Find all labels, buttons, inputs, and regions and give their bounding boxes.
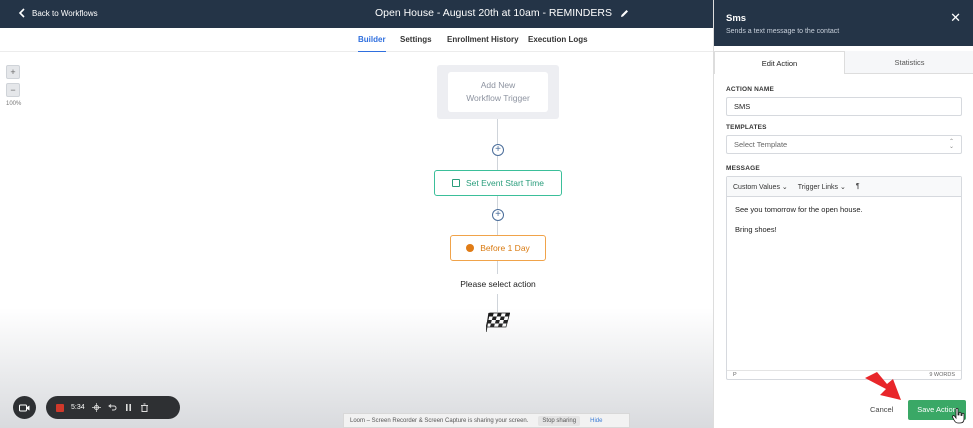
chevron-down-icon: ⌄ [839,183,846,191]
trigger-line-2: Workflow Trigger [466,93,530,103]
editor-status-bar: P 9 WORDS [727,370,961,379]
word-count: 9 WORDS [929,372,955,378]
pencil-icon[interactable] [620,9,629,18]
tab-statistics[interactable]: Statistics [845,51,973,74]
pause-icon[interactable] [124,403,133,412]
before-1-day-node[interactable]: Before 1 Day [450,235,546,261]
share-message: Loom – Screen Recorder & Screen Capture … [350,417,529,424]
template-select[interactable]: Select Template ⌃ ⌄ [726,135,962,154]
recording-toolbar: 5:34 [46,396,180,419]
select-action-node[interactable]: Please select action [452,274,544,294]
zoom-in-button[interactable]: + [6,65,20,79]
message-body[interactable]: See you tomorrow for the open house. Bri… [727,197,961,253]
grid-icon[interactable] [91,403,101,412]
hide-notice-button[interactable]: Hide [590,418,602,424]
tab-execution-logs[interactable]: Execution Logs [528,35,588,44]
custom-values-label: Custom Values [733,183,780,191]
chevron-left-icon [18,8,25,18]
message-editor[interactable]: Custom Values ⌄ Trigger Links ⌄ ¶ See yo… [726,176,962,380]
screen-share-notice: Loom – Screen Recorder & Screen Capture … [343,413,630,428]
zoom-out-button[interactable]: − [6,83,20,97]
top-header: Back to Workflows Open House - August 20… [0,0,713,28]
zoom-level: 100% [6,101,22,107]
select-arrows-icon: ⌃ ⌄ [948,139,954,150]
panel-tabs: Edit Action Statistics [714,51,973,74]
calendar-icon [452,179,461,187]
red-arrow-annotation [865,372,901,400]
template-select-placeholder: Select Template [734,140,788,149]
tab-builder[interactable]: Builder [358,35,386,53]
editor-toolbar: Custom Values ⌄ Trigger Links ⌄ ¶ [727,177,961,197]
connector-line [497,156,498,170]
add-step-button[interactable]: + [492,144,504,156]
action-panel: Sms Sends a text message to the contact … [713,0,973,428]
cancel-button[interactable]: Cancel [870,405,893,414]
panel-subtitle: Sends a text message to the contact [726,28,840,35]
message-line: See you tomorrow for the open house. [735,205,863,214]
connector-line [497,261,498,274]
clock-icon [466,244,475,252]
connector-line [497,196,498,210]
trigger-links-label: Trigger Links [797,183,838,191]
connector-line [497,221,498,235]
workflow-canvas[interactable]: + − 100% Add New Workflow Trigger + Set … [0,52,713,428]
tab-settings[interactable]: Settings [400,35,432,44]
trigger-links-dropdown[interactable]: Trigger Links ⌄ [798,183,846,191]
message-line: Bring shoes! [735,225,777,234]
recording-time: 5:34 [71,404,85,411]
back-label: Back to Workflows [32,8,98,18]
templates-label: TEMPLATES [726,124,767,131]
element-path: P [733,372,737,378]
close-icon[interactable]: ✕ [950,10,961,26]
trash-icon[interactable] [140,403,149,412]
action-name-input[interactable]: SMS [726,97,962,116]
workflow-title: Open House - August 20th at 10am - REMIN… [375,7,629,19]
add-trigger-button[interactable]: Add New Workflow Trigger [448,72,548,112]
panel-title: Sms [726,13,747,24]
panel-header: Sms Sends a text message to the contact … [714,0,973,46]
stop-recording-button[interactable] [56,403,64,412]
add-step-button[interactable]: + [492,209,504,221]
hand-cursor-icon [952,408,965,424]
camera-icon [19,404,30,411]
camera-toggle-button[interactable] [13,396,36,419]
node-start-label: Set Event Start Time [466,178,544,188]
message-label: MESSAGE [726,165,760,172]
custom-values-dropdown[interactable]: Custom Values ⌄ [733,183,788,191]
chevron-down-icon: ⌄ [781,183,788,191]
tab-edit-action[interactable]: Edit Action [714,51,845,74]
trigger-line-1: Add New [480,80,516,90]
tab-enrollment-history[interactable]: Enrollment History [447,35,519,44]
undo-icon[interactable] [107,403,117,412]
action-name-label: ACTION NAME [726,86,775,93]
set-event-start-node[interactable]: Set Event Start Time [434,170,562,196]
workflow-title-text: Open House - August 20th at 10am - REMIN… [375,7,612,19]
trigger-container: Add New Workflow Trigger [437,65,559,119]
paragraph-icon[interactable]: ¶ [856,183,860,190]
builder-tabs: Builder Settings Enrollment History Exec… [0,28,713,53]
stop-sharing-button[interactable]: Stop sharing [538,415,581,426]
node-before-label: Before 1 Day [480,243,530,253]
back-to-workflows-link[interactable]: Back to Workflows [18,8,98,18]
